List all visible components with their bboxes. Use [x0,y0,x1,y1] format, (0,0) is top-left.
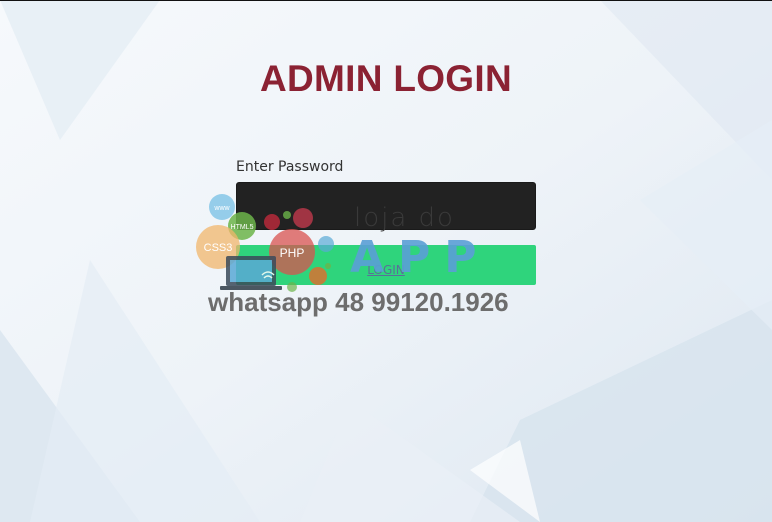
password-label: Enter Password [236,159,344,175]
login-button[interactable]: LOGIN [236,245,536,285]
top-border [0,0,772,1]
password-input[interactable] [236,182,536,230]
page-title: ADMIN LOGIN [259,58,512,99]
